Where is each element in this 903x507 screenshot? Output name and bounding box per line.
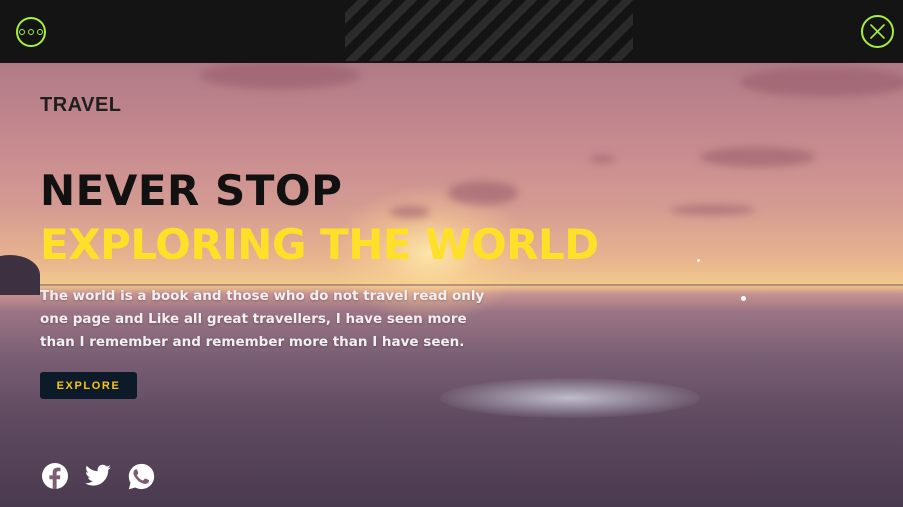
- cloud: [390, 206, 430, 218]
- more-horizontal-circle-icon: [19, 29, 25, 35]
- sparkle: [697, 259, 700, 262]
- explore-button[interactable]: EXPLORE: [40, 372, 137, 399]
- cloud: [740, 67, 903, 97]
- close-button[interactable]: [861, 15, 894, 48]
- wave: [440, 378, 700, 418]
- menu-dot: [28, 29, 34, 35]
- cloud: [590, 155, 615, 163]
- hero-section: TRAVEL NEVER STOP EXPLORING THE WORLD Th…: [0, 63, 903, 507]
- sparkle: [741, 296, 746, 301]
- cloud: [448, 181, 518, 205]
- brand-logo[interactable]: TRAVEL: [40, 94, 122, 117]
- menu-button[interactable]: [16, 17, 46, 47]
- twitter-icon: [85, 464, 111, 486]
- whatsapp-icon: [128, 463, 155, 490]
- menu-dot: [37, 29, 43, 35]
- striped-banner-placeholder: [345, 0, 633, 61]
- whatsapp-link[interactable]: [127, 462, 157, 492]
- top-bar: [0, 0, 903, 63]
- rock: [0, 255, 40, 295]
- headline-line2: EXPLORING THE WORLD: [40, 220, 599, 269]
- cloud: [670, 205, 755, 215]
- facebook-link[interactable]: [41, 462, 71, 492]
- cloud: [700, 147, 815, 167]
- facebook-icon: [42, 463, 68, 489]
- twitter-link[interactable]: [84, 462, 114, 492]
- headline-line1: NEVER STOP: [40, 166, 343, 215]
- close-icon: [870, 24, 885, 39]
- cloud: [200, 63, 360, 89]
- hero-description: The world is a book and those who do not…: [40, 288, 485, 350]
